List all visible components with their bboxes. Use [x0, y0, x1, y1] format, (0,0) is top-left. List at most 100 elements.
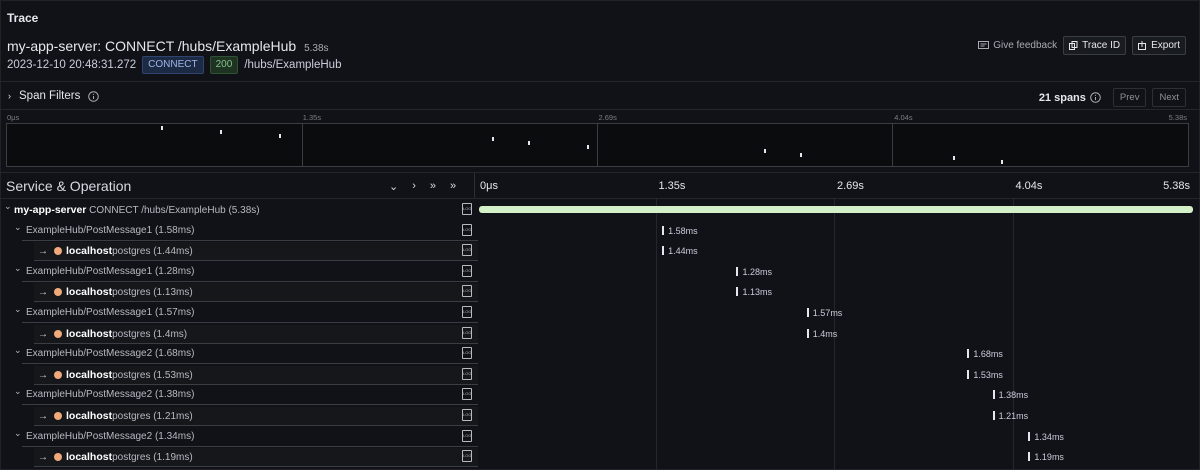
span-duration-label: 1.28ms — [742, 266, 772, 277]
span-duration-label: 1.57ms — [812, 308, 843, 318]
minimap-span-marker — [953, 156, 956, 161]
give-feedback-button[interactable]: Give feedback — [978, 40, 1057, 51]
span-bar[interactable] — [967, 349, 970, 359]
chevron-down-icon[interactable]: ⌄ — [14, 263, 22, 274]
span-name: → localhostpostgres (1.4ms) — [38, 328, 187, 340]
span-row[interactable]: → localhostpostgres (1.4ms) LOG 1.4ms — [0, 324, 1200, 345]
span-row[interactable]: → localhostpostgres (1.21ms) LOG 1.21ms — [0, 406, 1200, 427]
minimap-divider — [597, 124, 598, 166]
timeline-header: Service & Operation ⌄ › » » 0μs 1.35s 2.69… — [0, 172, 1200, 199]
span-duration-label: 1.38ms — [998, 390, 1029, 401]
span-name: → localhostpostgres (1.21ms) — [38, 410, 193, 422]
minimap-span-marker — [764, 148, 767, 153]
span-row[interactable]: ⌄ ExampleHub/PostMessage1 (1.28ms) LOG 1.28… — [0, 262, 1200, 283]
logs-icon[interactable]: LOG — [462, 367, 472, 380]
chevron-down-icon[interactable]: ⌄ — [14, 428, 22, 439]
span-row-label: ⌄ ExampleHub/PostMessage2 (1.38ms) LOG — [0, 385, 478, 406]
span-name: ExampleHub/PostMessage2 (1.34ms) — [26, 431, 194, 442]
header-actions: Give feedback Trace ID Export — [978, 36, 1186, 55]
spans-count: 21 spans — [1039, 92, 1101, 104]
service-name: localhost — [66, 451, 113, 464]
service-color-dot — [54, 288, 62, 297]
span-row[interactable]: ⌄ my-app-server CONNECT /hubs/ExampleHub … — [0, 200, 1200, 221]
service-color-dot — [54, 329, 62, 338]
span-name: → localhostpostgres (1.13ms) — [38, 286, 193, 298]
logs-icon[interactable]: LOG — [462, 347, 472, 360]
chevron-down-icon[interactable]: ⌄ — [14, 386, 22, 397]
time-tick-label: 4.04s — [1015, 180, 1043, 192]
span-row-label: ⌄ ExampleHub/PostMessage2 (1.68ms) LOG — [0, 344, 478, 365]
span-row[interactable]: → localhostpostgres (1.44ms) LOG 1.44ms — [0, 241, 1200, 262]
span-duration-label: 1.58ms — [668, 225, 698, 236]
span-row-label: → localhostpostgres (1.19ms) LOG — [0, 447, 478, 468]
minimap-tick-label: 0μs — [7, 113, 20, 122]
column-resizer[interactable] — [474, 173, 475, 198]
service-name: localhost — [66, 245, 113, 258]
service-name: localhost — [66, 286, 113, 299]
span-bar[interactable] — [736, 266, 739, 276]
collapse-all-icon[interactable]: » — [430, 180, 436, 193]
span-row[interactable]: ⌄ ExampleHub/PostMessage2 (1.34ms) LOG 1.34… — [0, 427, 1200, 448]
logs-icon[interactable]: LOG — [462, 326, 472, 339]
logs-icon[interactable]: LOG — [462, 409, 472, 421]
minimap-canvas[interactable] — [6, 123, 1189, 167]
chevron-down-icon[interactable]: ⌄ — [4, 201, 12, 212]
logs-icon[interactable]: LOG — [462, 429, 472, 442]
logs-icon[interactable]: LOG — [462, 285, 472, 298]
chevron-down-icon[interactable]: ⌄ — [14, 222, 22, 233]
span-bar[interactable] — [1028, 431, 1031, 441]
expand-all-icon[interactable]: » — [450, 180, 456, 193]
span-row[interactable]: ⌄ ExampleHub/PostMessage1 (1.58ms) LOG 1.58… — [0, 221, 1200, 242]
trace-minimap[interactable]: 0μs 1.35s 2.69s 4.04s 5.38s — [6, 113, 1189, 167]
chevron-down-icon[interactable]: ⌄ — [14, 304, 22, 315]
span-bar[interactable] — [806, 308, 809, 317]
time-tick-label: 1.35s — [658, 180, 686, 192]
service-color-dot — [54, 453, 62, 462]
service-color-dot — [54, 247, 62, 256]
minimap-span-marker — [586, 145, 589, 149]
expand-one-icon[interactable]: › — [412, 180, 416, 193]
operation-name: ExampleHub/PostMessage2 (1.34ms) — [26, 430, 195, 442]
export-button[interactable]: Export — [1132, 36, 1186, 55]
trace-id-button[interactable]: Trace ID — [1063, 36, 1127, 55]
span-row[interactable]: ⌄ ExampleHub/PostMessage1 (1.57ms) LOG 1.57… — [0, 303, 1200, 324]
span-row[interactable]: ⌄ ExampleHub/PostMessage2 (1.68ms) LOG 1.68… — [0, 344, 1200, 365]
give-feedback-label: Give feedback — [993, 40, 1058, 51]
span-row[interactable]: → localhostpostgres (1.53ms) LOG 1.53ms — [0, 365, 1200, 386]
span-bar[interactable] — [1028, 452, 1031, 462]
chevron-right-icon: › — [8, 91, 11, 101]
operation-name: postgres (1.13ms) — [112, 287, 193, 299]
span-row-label: → localhostpostgres (1.53ms) LOG — [0, 365, 478, 386]
span-bar[interactable] — [967, 369, 970, 379]
minimap-tick-label: 2.69s — [598, 113, 617, 122]
span-filters-label: Span Filters — [19, 90, 81, 102]
minimap-span-marker — [1000, 160, 1003, 165]
collapse-one-icon[interactable]: ⌄ — [389, 180, 398, 193]
span-bar[interactable] — [992, 411, 995, 420]
span-bar[interactable] — [992, 390, 995, 400]
logs-icon[interactable]: LOG — [462, 450, 472, 463]
span-filters-toggle[interactable]: › Span Filters — [8, 90, 100, 102]
logs-icon[interactable]: LOG — [462, 264, 472, 277]
span-bar[interactable] — [806, 328, 809, 338]
span-duration-label: 1.4ms — [812, 328, 838, 339]
logs-icon[interactable]: LOG — [462, 223, 472, 236]
span-bar[interactable] — [662, 246, 665, 256]
logs-icon[interactable]: LOG — [462, 306, 472, 318]
service-color-dot — [54, 412, 62, 420]
span-row[interactable]: → localhostpostgres (1.19ms) LOG 1.19ms — [0, 447, 1200, 468]
logs-icon[interactable]: LOG — [462, 203, 472, 215]
span-row[interactable]: ⌄ ExampleHub/PostMessage2 (1.38ms) LOG 1.38… — [0, 385, 1200, 406]
chevron-down-icon[interactable]: ⌄ — [14, 345, 22, 356]
next-button[interactable]: Next — [1152, 88, 1186, 107]
logs-icon[interactable]: LOG — [462, 388, 472, 401]
logs-icon[interactable]: LOG — [462, 244, 472, 257]
span-bar[interactable] — [736, 287, 739, 297]
span-bar[interactable] — [662, 225, 665, 235]
prev-button[interactable]: Prev — [1112, 88, 1147, 107]
span-bar[interactable] — [479, 206, 1193, 213]
span-duration-label: 1.19ms — [1034, 452, 1064, 463]
span-row-label: ⌄ ExampleHub/PostMessage1 (1.28ms) LOG — [0, 262, 478, 283]
span-row[interactable]: → localhostpostgres (1.13ms) LOG 1.13ms — [0, 282, 1200, 303]
span-name: ExampleHub/PostMessage2 (1.68ms) — [26, 348, 194, 359]
